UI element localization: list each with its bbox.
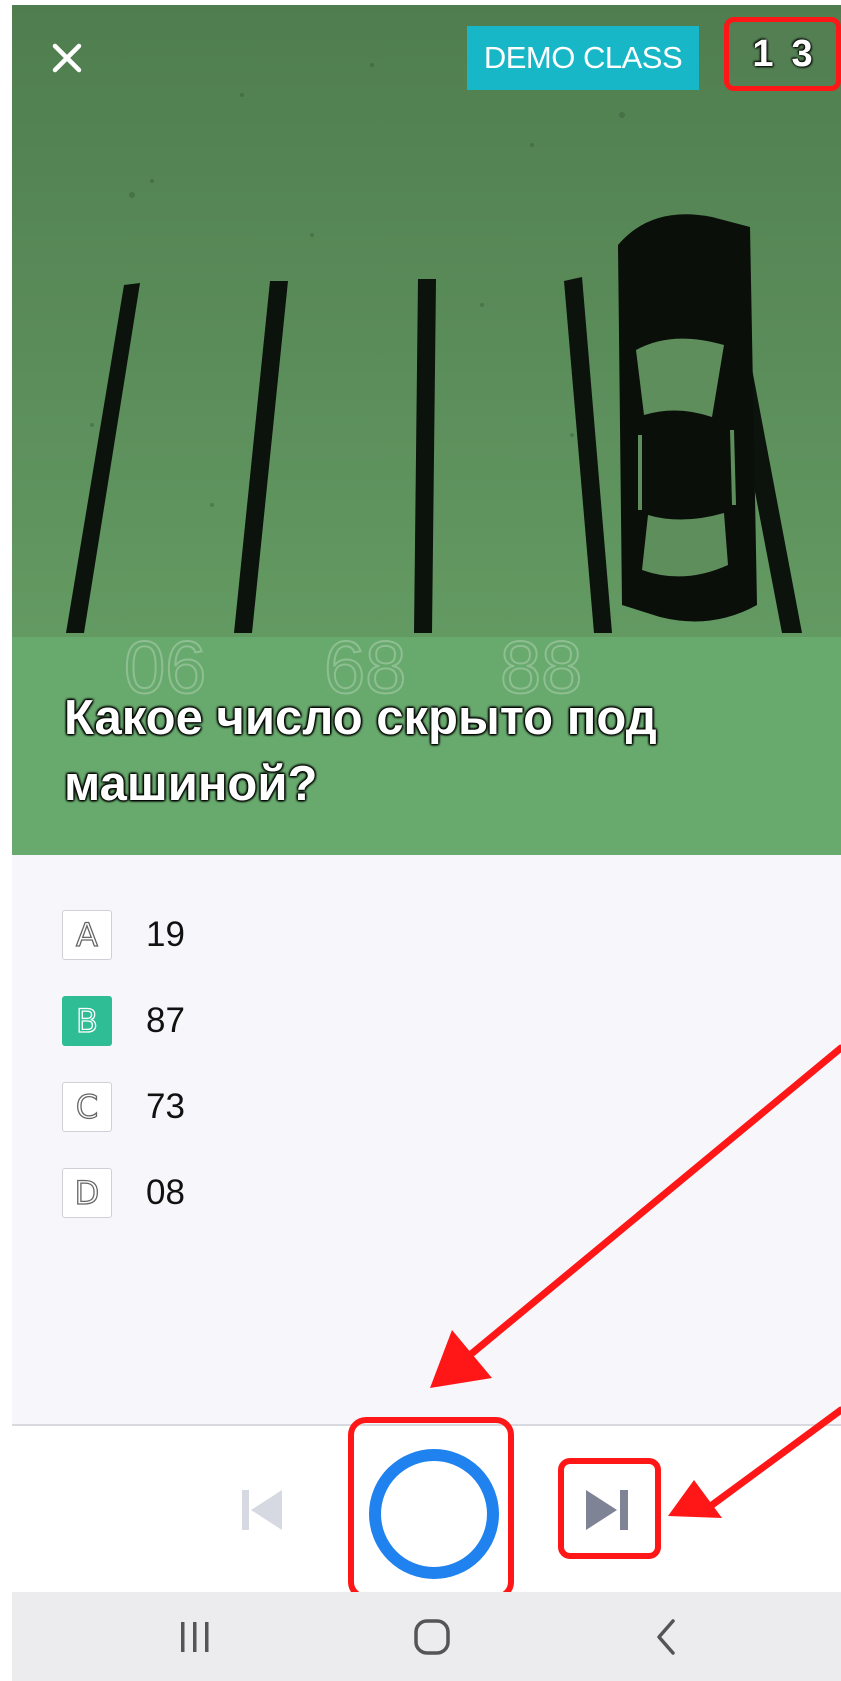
skip-previous-icon xyxy=(242,1490,282,1530)
home-icon xyxy=(414,1619,450,1655)
record-button[interactable] xyxy=(369,1449,499,1579)
answer-option-a[interactable]: A 19 xyxy=(62,910,185,960)
back-icon xyxy=(657,1619,675,1655)
next-button[interactable] xyxy=(580,1482,636,1538)
android-navigation-bar xyxy=(12,1592,841,1681)
answer-text: 19 xyxy=(146,915,185,954)
answer-text: 87 xyxy=(146,1001,185,1040)
skip-next-icon xyxy=(586,1490,628,1530)
close-icon xyxy=(52,43,82,73)
answer-option-d[interactable]: D 08 xyxy=(62,1168,185,1218)
answer-letter: C xyxy=(62,1082,112,1132)
previous-button[interactable] xyxy=(236,1482,292,1538)
back-button[interactable] xyxy=(637,1612,697,1662)
demo-class-badge: DEMO CLASS xyxy=(467,26,699,90)
playback-controls xyxy=(12,1417,841,1600)
question-image: 06 68 88 Какое число скрыто под машиной?… xyxy=(12,5,841,855)
recent-apps-icon xyxy=(181,1622,209,1652)
question-counter: 1 3 xyxy=(724,17,841,91)
quiz-screen: 06 68 88 Какое число скрыто под машиной?… xyxy=(12,5,841,1681)
counter-current: 1 xyxy=(752,32,774,75)
answer-text: 08 xyxy=(146,1173,185,1212)
counter-total: 3 xyxy=(791,32,813,75)
answer-option-b[interactable]: B 87 xyxy=(62,996,185,1046)
close-button[interactable] xyxy=(38,29,96,87)
answer-letter: B xyxy=(62,996,112,1046)
answer-letter: A xyxy=(62,910,112,960)
recent-apps-button[interactable] xyxy=(165,1612,225,1662)
answer-option-c[interactable]: C 73 xyxy=(62,1082,185,1132)
home-button[interactable] xyxy=(402,1612,462,1662)
answer-text: 73 xyxy=(146,1087,185,1126)
answer-letter: D xyxy=(62,1168,112,1218)
answer-list: A 19 B 87 C 73 D 08 xyxy=(12,855,841,1425)
question-text: Какое число скрыто под машиной? xyxy=(64,691,657,811)
